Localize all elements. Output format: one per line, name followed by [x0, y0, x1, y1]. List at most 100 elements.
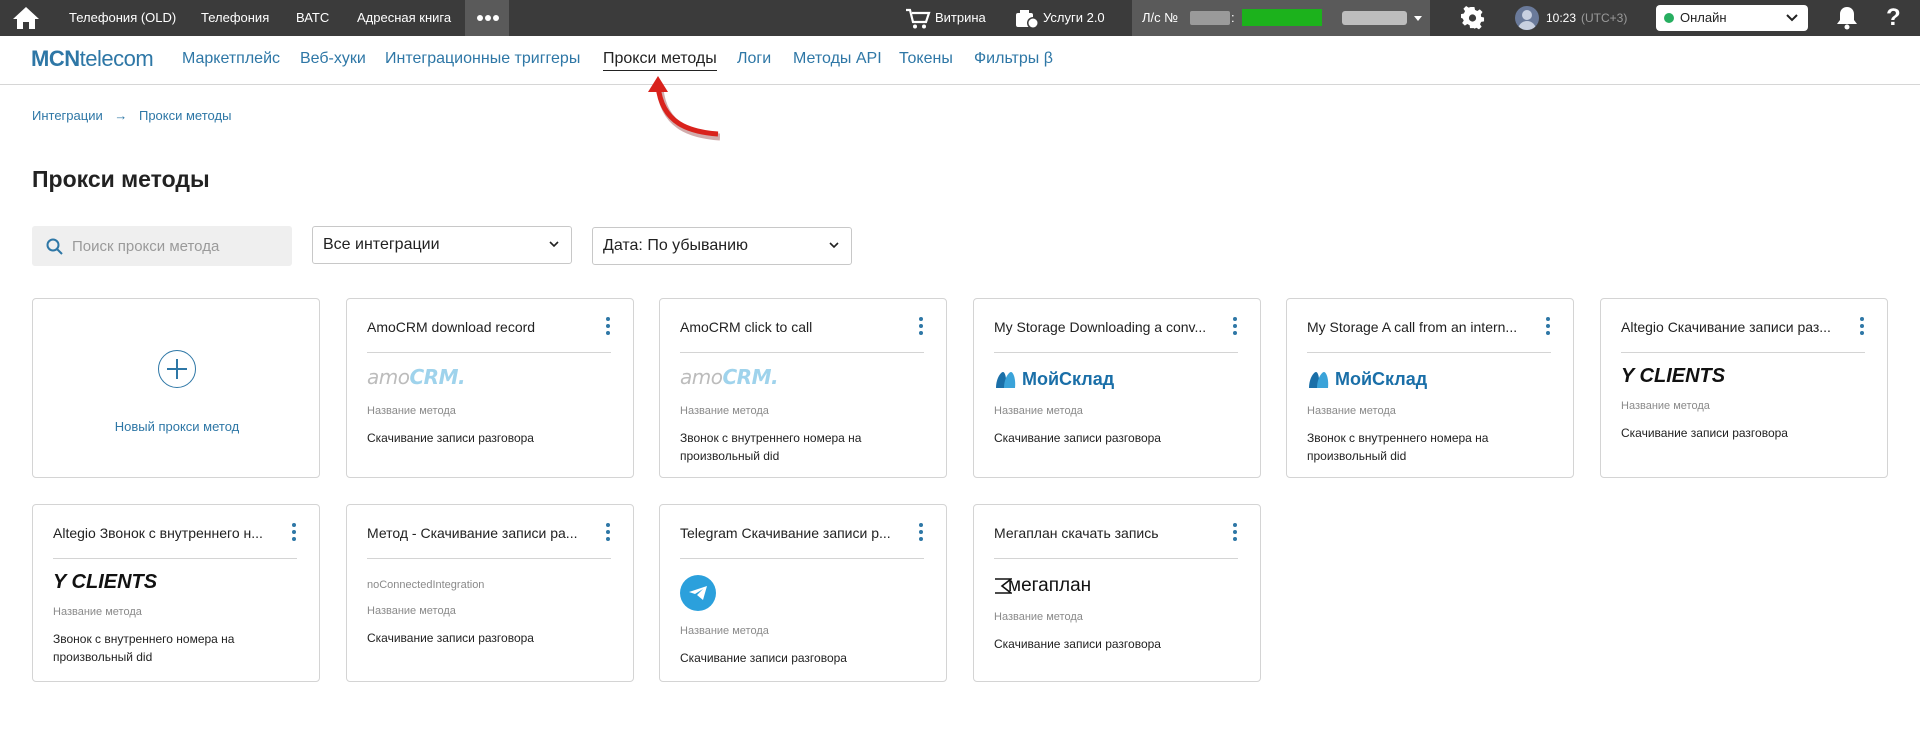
method-name-value: Звонок с внутреннего номера на произволь…: [53, 632, 235, 664]
gear-icon[interactable]: [1461, 6, 1485, 30]
proxy-method-card[interactable]: AmoCRM download record amoCRM. Название …: [346, 298, 634, 478]
vitrina-link[interactable]: Витрина: [935, 0, 986, 36]
kebab-menu-icon[interactable]: [605, 523, 611, 541]
nav-proxy-methods[interactable]: Прокси методы: [603, 50, 717, 71]
method-name-label: Название метода: [367, 405, 456, 417]
proxy-method-card[interactable]: AmoCRM click to call amoCRM. Название ме…: [659, 298, 947, 478]
nav-api-methods[interactable]: Методы API: [793, 50, 882, 68]
proxy-method-card[interactable]: Мегаплан скачать запись мегаплан Названи…: [973, 504, 1261, 682]
kebab-menu-icon[interactable]: [918, 317, 924, 335]
divider: [1307, 352, 1551, 353]
chevron-down-icon: [1786, 14, 1798, 22]
nav-integration-triggers[interactable]: Интеграционные триггеры: [385, 50, 580, 68]
proxy-method-card[interactable]: My Storage A call from an intern... МойС…: [1286, 298, 1574, 478]
kebab-menu-icon[interactable]: [918, 523, 924, 541]
method-name-value: Звонок с внутреннего номера на произволь…: [1307, 431, 1489, 463]
moysklad-mark-icon: [996, 372, 1016, 388]
kebab-menu-icon[interactable]: [605, 317, 611, 335]
clock-timezone: (UTC+3): [1581, 11, 1628, 25]
page-title: Прокси методы: [32, 166, 210, 192]
card-title: My Storage Downloading a conv...: [994, 319, 1207, 335]
amocrm-logo: amoCRM.: [367, 365, 466, 389]
nav-tokens[interactable]: Токены: [899, 50, 953, 68]
yclients-logo: Y CLIENTS: [53, 571, 158, 593]
help-icon[interactable]: ?: [1886, 0, 1901, 36]
nav-filters[interactable]: Фильтры β: [974, 50, 1053, 68]
method-name-value: Звонок с внутреннего номера на произволь…: [680, 431, 862, 463]
sort-select-value: Дата: По убыванию: [603, 237, 748, 254]
nav-marketplace[interactable]: Маркетплейс: [182, 50, 280, 68]
kebab-menu-icon[interactable]: [1859, 317, 1865, 335]
bell-icon[interactable]: [1836, 6, 1858, 30]
divider: [994, 558, 1238, 559]
brand-logo[interactable]: MCNtelecom: [31, 46, 154, 72]
integration-select[interactable]: Все интеграции: [312, 226, 572, 264]
card-title: Метод - Скачивание записи ра...: [367, 525, 578, 541]
nav-webhooks[interactable]: Веб-хуки: [300, 50, 366, 68]
caret-down-icon: [1414, 16, 1422, 21]
tab-telephony[interactable]: Телефония: [201, 0, 269, 36]
new-proxy-method-card[interactable]: Новый прокси метод: [32, 298, 320, 478]
card-title: Altegio Звонок с внутреннего н...: [53, 525, 263, 541]
card-title: My Storage A call from an intern...: [1307, 319, 1518, 335]
cart-icon[interactable]: [905, 8, 931, 30]
chevron-down-icon: [549, 241, 559, 248]
online-dot-icon: [1664, 13, 1674, 23]
avatar[interactable]: [1515, 6, 1539, 30]
moysklad-mark-icon: [1309, 372, 1329, 388]
status-select[interactable]: Онлайн: [1656, 5, 1808, 31]
card-title: Telegram Скачивание записи р...: [680, 525, 891, 541]
redacted-balance: [1242, 9, 1322, 26]
more-menu-button[interactable]: [465, 0, 509, 36]
new-proxy-method-label: Новый прокси метод: [114, 419, 240, 434]
kebab-menu-icon[interactable]: [291, 523, 297, 541]
services-icon[interactable]: [1015, 8, 1039, 30]
method-name-value: Скачивание записи разговора: [367, 631, 534, 645]
kebab-menu-icon[interactable]: [1232, 523, 1238, 541]
card-title: AmoCRM click to call: [680, 319, 813, 335]
proxy-method-card[interactable]: Telegram Скачивание записи р... Название…: [659, 504, 947, 682]
kebab-menu-icon[interactable]: [1232, 317, 1238, 335]
method-name-label: Название метода: [53, 606, 142, 618]
divider: [680, 352, 924, 353]
account-colon: :: [1231, 10, 1235, 25]
tab-address-book[interactable]: Адресная книга: [357, 0, 451, 36]
integrations-nav: MCNtelecom Маркетплейс Веб-хуки Интеграц…: [0, 36, 1920, 85]
chevron-down-icon: [829, 242, 839, 249]
dot-icon: [493, 15, 499, 21]
breadcrumb-current[interactable]: Прокси методы: [139, 108, 231, 123]
home-icon[interactable]: [12, 6, 40, 30]
divider: [1621, 352, 1865, 353]
search-input[interactable]: [72, 226, 282, 266]
services-link[interactable]: Услуги 2.0: [1043, 0, 1105, 36]
arrow-right-icon: →: [114, 108, 128, 123]
card-title: AmoCRM download record: [367, 319, 536, 335]
dot-icon: [485, 15, 491, 21]
nav-logs[interactable]: Логи: [737, 50, 771, 68]
tab-telephony-old[interactable]: Телефония (OLD): [69, 0, 176, 36]
proxy-method-card[interactable]: Метод - Скачивание записи ра... noConnec…: [346, 504, 634, 682]
divider: [53, 558, 297, 559]
telegram-icon: [680, 575, 716, 611]
dot-icon: [477, 15, 483, 21]
sort-select[interactable]: Дата: По убыванию: [592, 227, 852, 265]
tab-vats[interactable]: ВАТС: [296, 0, 329, 36]
divider: [680, 558, 924, 559]
yclients-logo: Y CLIENTS: [1621, 365, 1726, 387]
moysklad-logo: МойСклад: [1307, 369, 1447, 391]
moysklad-logo: МойСклад: [994, 369, 1134, 391]
proxy-method-card[interactable]: Altegio Звонок с внутреннего н... Y CLIE…: [32, 504, 320, 682]
search-field[interactable]: [32, 226, 292, 266]
proxy-method-card[interactable]: Altegio Скачивание записи раз... Y CLIEN…: [1600, 298, 1888, 478]
kebab-menu-icon[interactable]: [1545, 317, 1551, 335]
method-name-label: Название метода: [680, 625, 769, 637]
integration-name-text: noConnectedIntegration: [367, 579, 485, 591]
method-name-label: Название метода: [1307, 405, 1396, 417]
method-name-value: Скачивание записи разговора: [994, 637, 1161, 651]
method-name-value: Скачивание записи разговора: [994, 431, 1161, 445]
method-name-label: Название метода: [994, 405, 1083, 417]
proxy-method-card[interactable]: My Storage Downloading a conv... МойСкла…: [973, 298, 1261, 478]
method-name-label: Название метода: [1621, 400, 1710, 412]
breadcrumb-integrations[interactable]: Интеграции: [32, 108, 103, 123]
divider: [994, 352, 1238, 353]
